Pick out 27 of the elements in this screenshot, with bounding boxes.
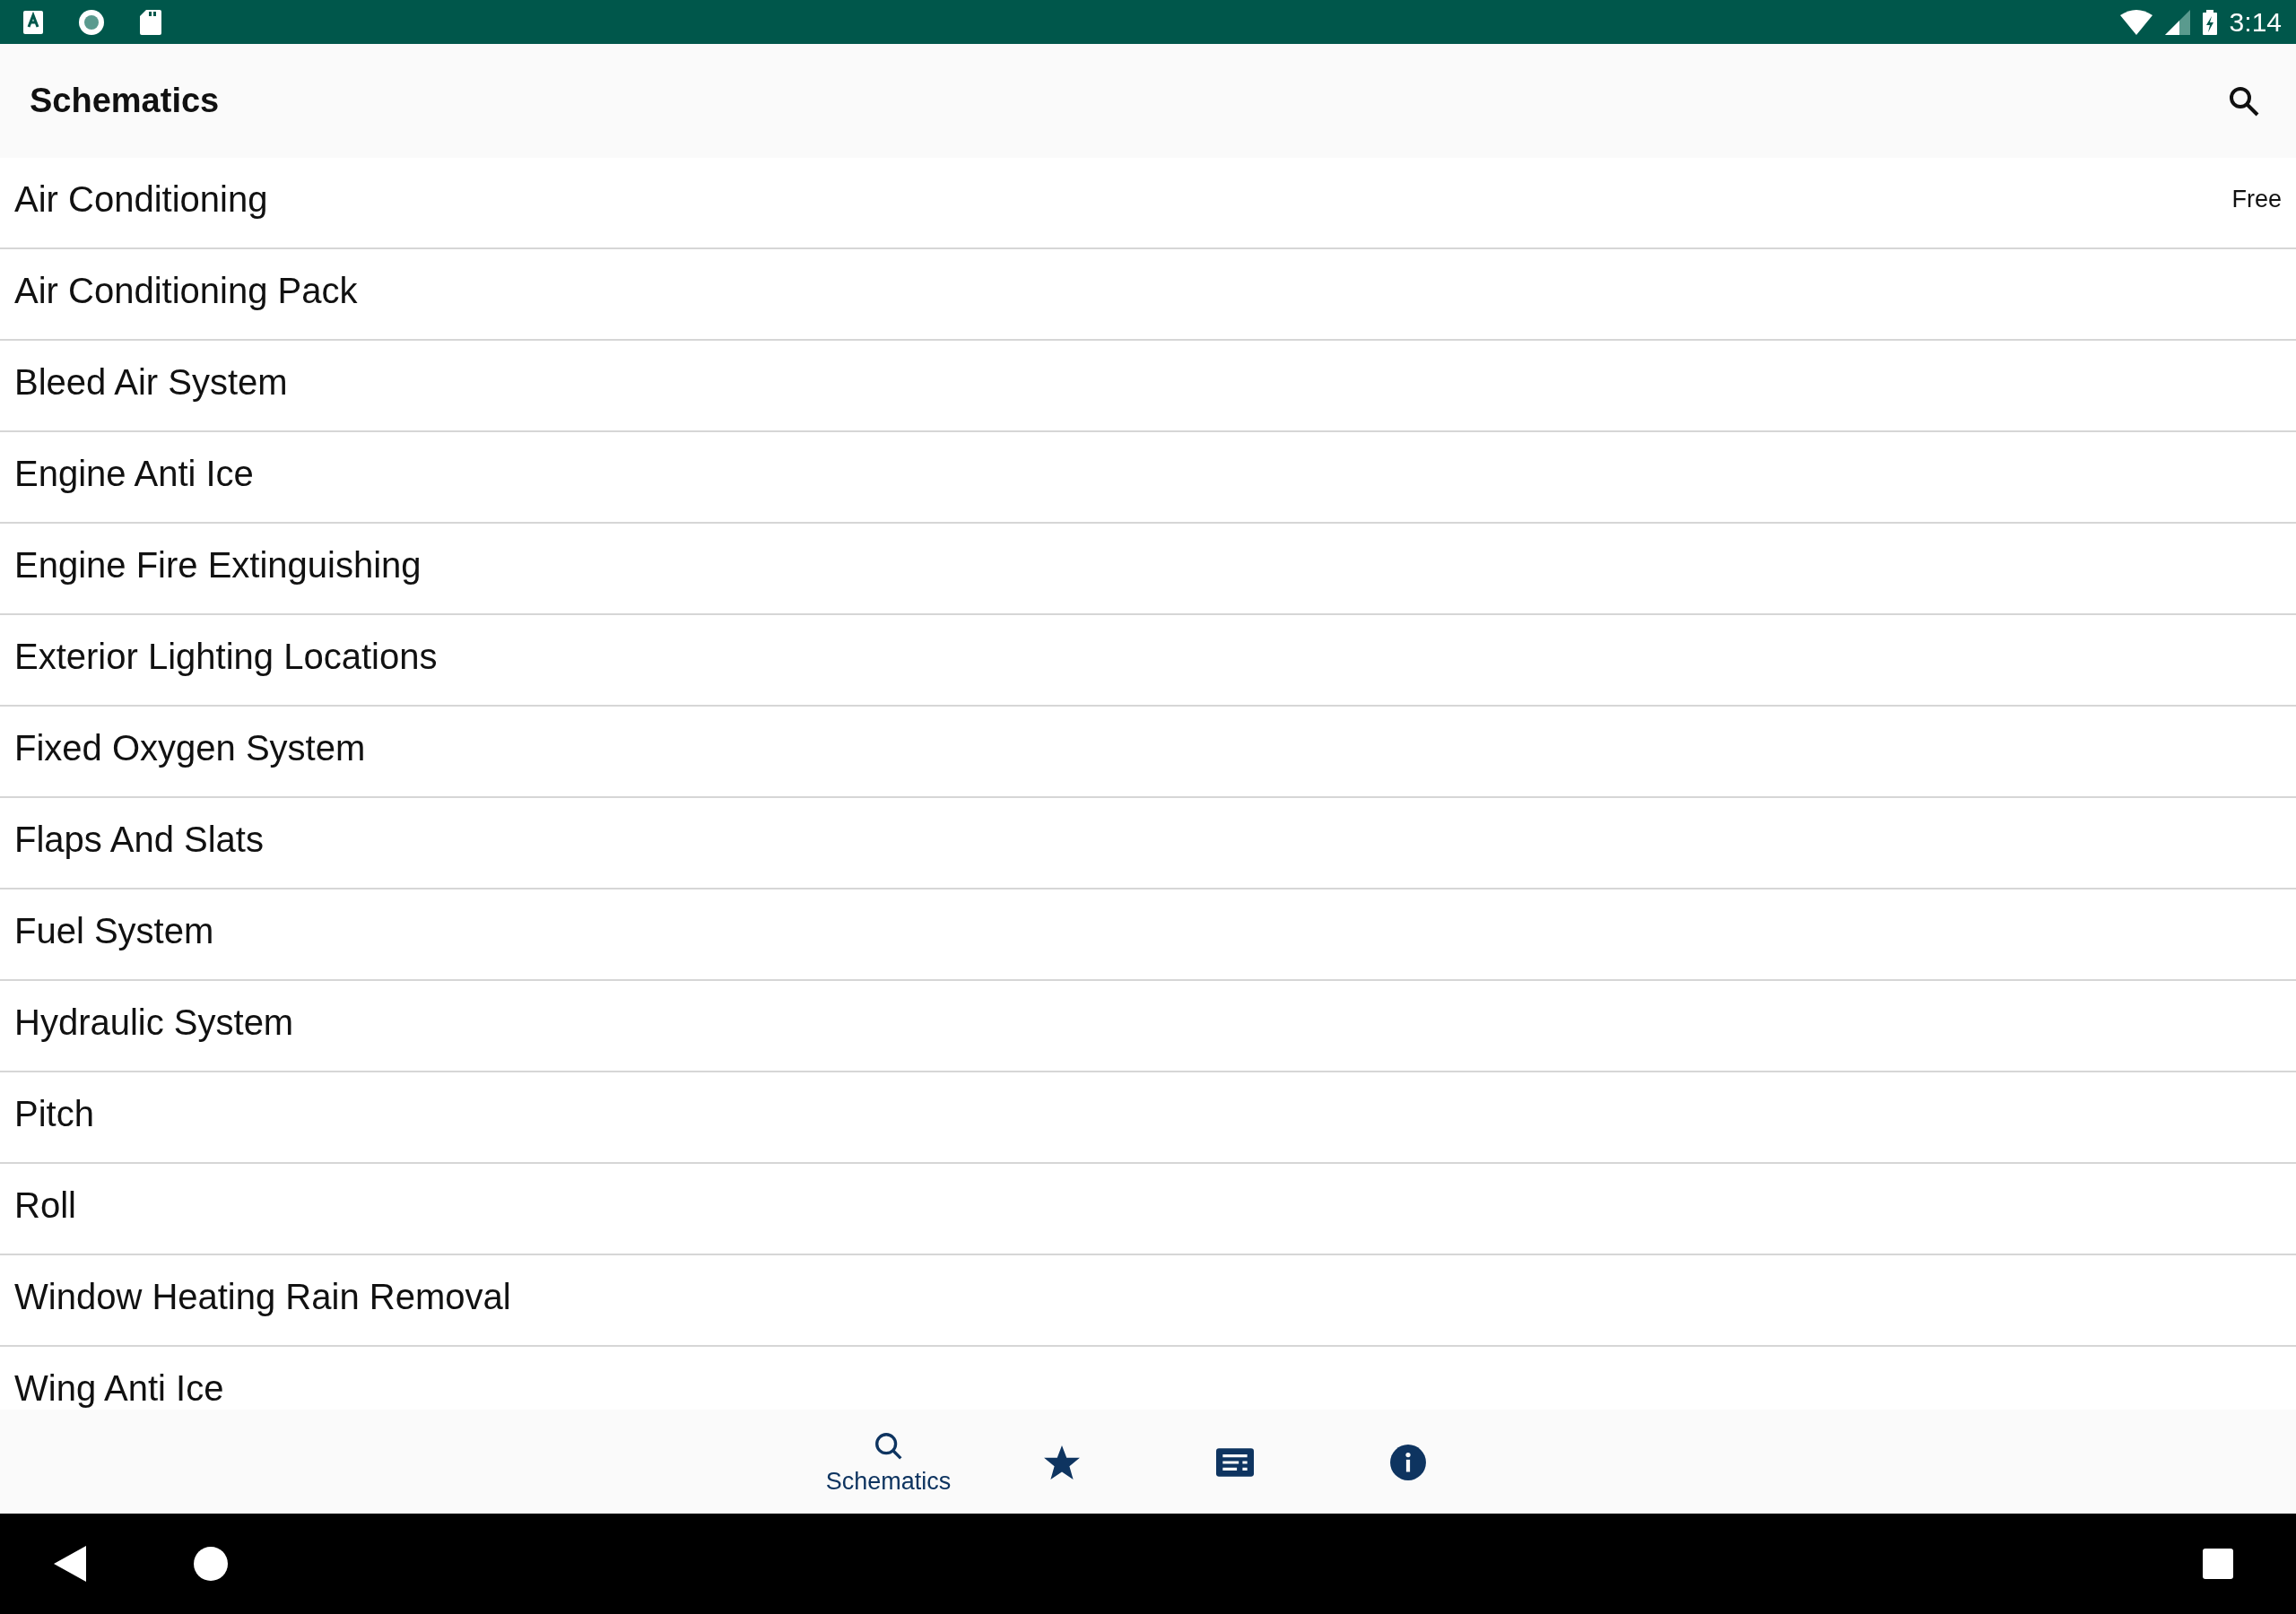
screen-title: Schematics: [30, 81, 220, 121]
list-item[interactable]: Engine Fire Extinguishing: [0, 524, 2296, 615]
wifi-icon: [2119, 9, 2152, 35]
signal-icon: [2164, 9, 2190, 35]
list-item[interactable]: Engine Anti Ice: [0, 432, 2296, 524]
info-icon: [1388, 1443, 1427, 1481]
list-item[interactable]: Fuel System: [0, 889, 2296, 981]
list-item[interactable]: Window Heating Rain Removal: [0, 1255, 2296, 1347]
text-app-icon: [23, 10, 43, 34]
list-item[interactable]: Exterior Lighting Locations: [0, 615, 2296, 707]
clock-time: 3:14: [2229, 6, 2282, 39]
list-item[interactable]: Pitch: [0, 1072, 2296, 1164]
sd-card-icon: [140, 9, 161, 35]
list-item[interactable]: Fixed Oxygen System: [0, 707, 2296, 798]
list-item[interactable]: Roll: [0, 1164, 2296, 1255]
list-item[interactable]: Bleed Air System: [0, 341, 2296, 432]
battery-icon: [2202, 9, 2217, 35]
price-label: Free: [2231, 184, 2282, 214]
back-icon[interactable]: [54, 1546, 86, 1582]
list-item[interactable]: Air Conditioning Pack: [0, 249, 2296, 341]
search-icon[interactable]: [2228, 84, 2260, 117]
home-icon[interactable]: [194, 1547, 228, 1581]
list-item[interactable]: Flaps And Slats: [0, 798, 2296, 889]
record-icon: [79, 9, 104, 35]
nav-tab[interactable]: Schematics: [802, 1410, 975, 1514]
list-item[interactable]: Air Conditioning Free: [0, 158, 2296, 249]
list-item[interactable]: Hydraulic System: [0, 981, 2296, 1072]
